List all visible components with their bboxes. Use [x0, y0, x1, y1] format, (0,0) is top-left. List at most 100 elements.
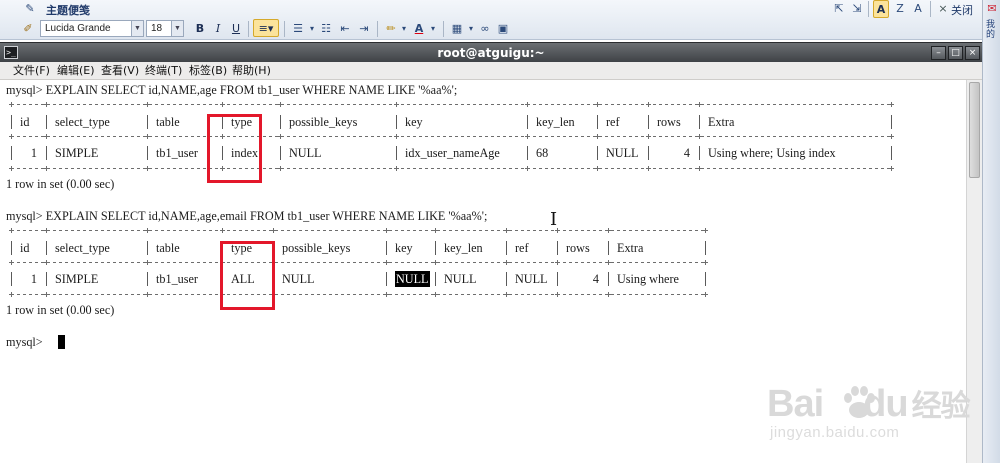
table-border-corner: [271, 228, 276, 233]
menu-help[interactable]: 帮助(H): [232, 64, 271, 78]
toolbar-separator: [930, 1, 931, 17]
menu-terminal[interactable]: 终端(T): [145, 64, 182, 78]
table-column-divider: [608, 272, 609, 286]
table-border-corner: [703, 228, 708, 233]
table-border-line: [11, 136, 891, 137]
table-border-corner: [44, 102, 49, 107]
table-border-corner: [433, 260, 438, 265]
query1-command: mysql> EXPLAIN SELECT id,NAME,age FROM t…: [6, 83, 458, 97]
font-family-value: Lucida Grande: [45, 23, 111, 34]
font-family-select[interactable]: Lucida Grande ▼: [40, 20, 144, 37]
menu-tabs[interactable]: 标签(B): [189, 64, 227, 78]
note-edit-icon[interactable]: ✎: [22, 1, 38, 17]
underline-button[interactable]: U: [229, 20, 243, 38]
table-header-possible-keys: possible_keys: [289, 115, 358, 129]
table-border-corner: [384, 292, 389, 297]
annotation-box-type-all: [220, 241, 275, 310]
text-style-a-icon[interactable]: A: [873, 0, 889, 18]
table-column-divider: [527, 146, 528, 160]
toolbar-separator: [377, 21, 378, 37]
format-painter-icon[interactable]: ✐: [20, 21, 36, 37]
table-cell-possible-keys: NULL: [289, 146, 322, 160]
chevron-down-icon[interactable]: ▾: [425, 21, 441, 37]
menu-file[interactable]: 文件(F): [13, 64, 50, 78]
close-button[interactable]: 关闭: [951, 2, 973, 18]
table-column-divider: [386, 272, 387, 286]
align-left-button[interactable]: ≡▾: [253, 19, 279, 37]
table-border-corner: [278, 102, 283, 107]
menu-view[interactable]: 查看(V): [101, 64, 139, 78]
window-close-button[interactable]: ×: [965, 46, 980, 60]
table-column-divider: [386, 241, 387, 255]
close-x-icon[interactable]: ×: [935, 1, 951, 17]
table-column-divider: [597, 146, 598, 160]
bold-button[interactable]: B: [193, 20, 207, 38]
table-border-corner: [9, 260, 14, 265]
highlight-style-icon[interactable]: A: [910, 1, 926, 17]
import-icon[interactable]: ⇲: [849, 1, 865, 17]
table-header-Extra: Extra: [617, 241, 644, 255]
edit-style-icon[interactable]: Z: [892, 1, 908, 17]
table-border-corner: [646, 134, 651, 139]
table-column-divider: [699, 146, 700, 160]
mysql-prompt[interactable]: mysql>: [6, 334, 43, 350]
table-header-key-len: key_len: [444, 241, 483, 255]
table-border-corner: [9, 228, 14, 233]
chevron-down-icon[interactable]: ▼: [131, 21, 143, 36]
scrollbar-thumb[interactable]: [969, 82, 980, 178]
table-border-corner: [703, 260, 708, 265]
table-border-corner: [145, 134, 150, 139]
table-column-divider: [280, 146, 281, 160]
chevron-down-icon[interactable]: ▼: [171, 21, 183, 36]
terminal-titlebar[interactable]: >_ root@atguigu:~ – □ ×: [0, 42, 982, 62]
table-column-divider: [506, 241, 507, 255]
toolbar-separator: [868, 1, 869, 17]
table-border-corner: [606, 260, 611, 265]
table-column-divider: [597, 115, 598, 129]
italic-button[interactable]: I: [211, 20, 225, 38]
table-border-corner: [646, 102, 651, 107]
table-border-corner: [384, 228, 389, 233]
table-cell-table: tb1_user: [156, 146, 198, 160]
table-border-corner: [889, 134, 894, 139]
bullet-list-icon[interactable]: ☷: [318, 21, 334, 37]
note-icon[interactable]: ✉: [984, 1, 1000, 17]
table-column-divider: [46, 241, 47, 255]
table-border-corner: [595, 134, 600, 139]
image-icon[interactable]: ▣: [495, 21, 511, 37]
table-border-corner: [394, 134, 399, 139]
table-column-divider: [891, 115, 892, 129]
minimize-button[interactable]: –: [931, 46, 946, 60]
table-header-key: key: [405, 115, 423, 129]
table-column-divider: [396, 115, 397, 129]
table-border-corner: [555, 228, 560, 233]
query2-result-line: 1 row in set (0.00 sec): [6, 303, 115, 317]
table-border-corner: [145, 260, 150, 265]
table-header-key-len: key_len: [536, 115, 575, 129]
outdent-icon[interactable]: ⇤: [337, 21, 353, 37]
note-title: 主题便笺: [46, 4, 90, 17]
export-icon[interactable]: ⇱: [831, 1, 847, 17]
menu-edit[interactable]: 编辑(E): [57, 64, 95, 78]
table-column-divider: [506, 272, 507, 286]
baidu-paw-icon: [844, 386, 875, 418]
font-size-select[interactable]: 18 ▼: [146, 20, 184, 37]
table-header-id: id: [20, 115, 30, 129]
table-cell-key: NULL: [395, 271, 430, 287]
table-border-corner: [44, 260, 49, 265]
table-cell-rows: 4: [592, 272, 599, 286]
table-border-corner: [44, 166, 49, 171]
table-column-divider: [147, 241, 148, 255]
table-border-corner: [697, 166, 702, 171]
table-header-ref: ref: [606, 115, 620, 129]
table-border-corner: [44, 292, 49, 297]
table-column-divider: [435, 241, 436, 255]
chevron-down-icon[interactable]: ▾: [396, 21, 412, 37]
table-cell-ref: NULL: [515, 272, 548, 286]
table-border-corner: [220, 102, 225, 107]
table-border-corner: [9, 166, 14, 171]
indent-icon[interactable]: ⇥: [356, 21, 372, 37]
maximize-button[interactable]: □: [948, 46, 963, 60]
table-column-divider: [147, 115, 148, 129]
link-icon[interactable]: ∞: [477, 21, 493, 37]
